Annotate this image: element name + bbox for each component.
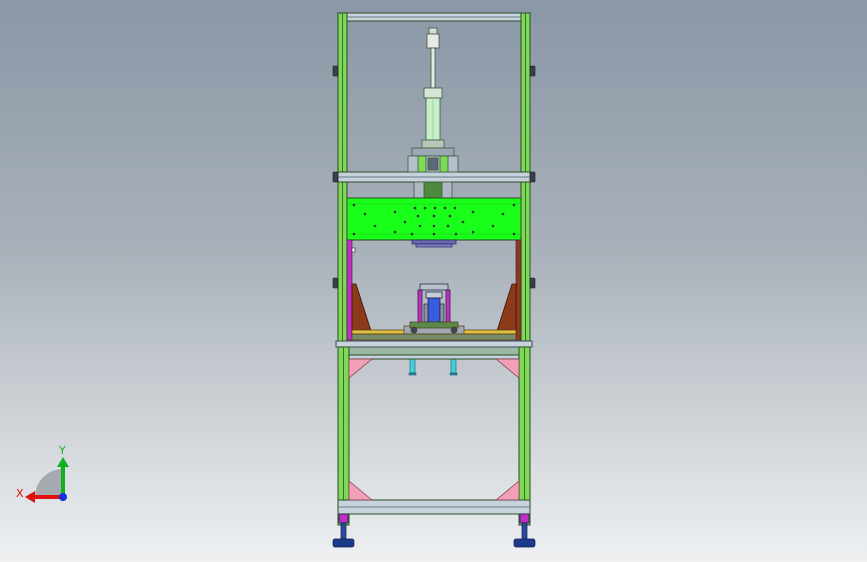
z-axis-dot	[59, 493, 67, 501]
machine-frame-drawing: Y X	[16, 12, 536, 548]
left-bracket	[351, 283, 373, 335]
left-foot-pad	[332, 538, 355, 548]
cad-viewport[interactable]: Y X	[0, 0, 867, 562]
x-axis-label: X	[16, 487, 24, 500]
cylinder-mount-top	[411, 147, 455, 157]
right-foot-pad	[513, 538, 536, 548]
leveling-feet	[332, 513, 536, 548]
coordinate-triad[interactable]: Y X	[16, 444, 69, 503]
cylinder-head	[423, 87, 443, 99]
cylinder-flange	[421, 139, 445, 149]
fixture	[417, 283, 451, 327]
right-guide-rod	[515, 239, 522, 341]
gussets	[348, 358, 520, 501]
cylinder-end-fitting	[426, 33, 440, 49]
base-rail	[351, 321, 517, 341]
triad-sector	[35, 469, 63, 497]
cylinder-rod	[430, 47, 436, 89]
fixture-right-post	[445, 289, 451, 327]
table-top	[335, 340, 533, 356]
table-plate	[335, 340, 533, 348]
y-axis-label: Y	[58, 444, 66, 457]
right-bracket	[495, 283, 517, 335]
cylinder-cap	[428, 27, 438, 35]
fixture-left-post	[417, 289, 423, 327]
press-head	[411, 239, 457, 248]
left-guide-rod	[346, 239, 353, 341]
